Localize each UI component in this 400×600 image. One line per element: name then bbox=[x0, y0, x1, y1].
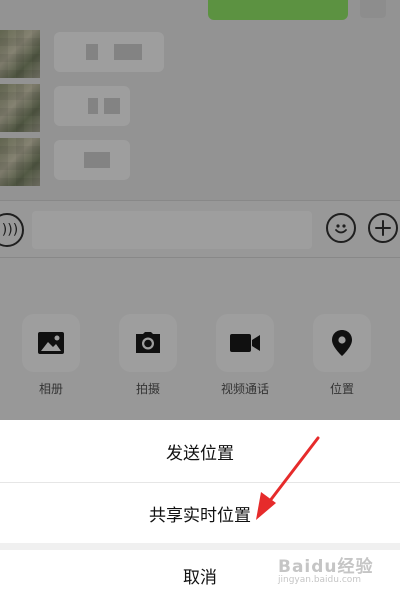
baidu-watermark: Baidu经验 jingyan.baidu.com bbox=[278, 552, 374, 585]
cancel-label: 取消 bbox=[183, 567, 217, 588]
send-location-button[interactable]: 发送位置 bbox=[0, 420, 400, 482]
send-location-label: 发送位置 bbox=[166, 443, 234, 464]
watermark-subtext: jingyan.baidu.com bbox=[278, 575, 362, 585]
share-live-location-label: 共享实时位置 bbox=[149, 505, 251, 526]
share-live-location-button[interactable]: 共享实时位置 bbox=[0, 483, 400, 543]
modal-overlay[interactable] bbox=[0, 0, 400, 420]
watermark-text: Baidu经验 bbox=[278, 557, 374, 577]
